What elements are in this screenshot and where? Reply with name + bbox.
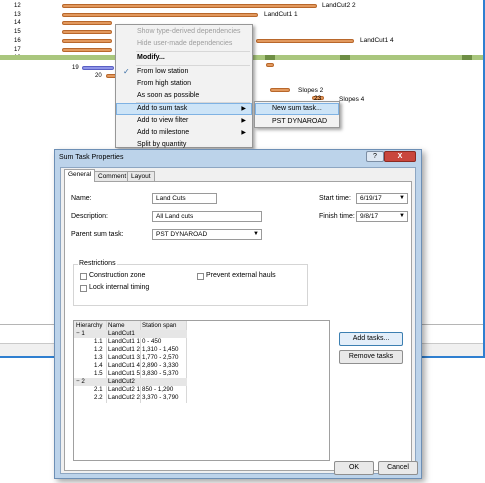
task-label: Slopes 2 <box>298 87 324 94</box>
menu-item-from-low-station[interactable]: ✓ From low station <box>116 66 252 78</box>
task-bar[interactable] <box>62 21 112 25</box>
table-row[interactable]: 2.1 LandCut2 1 850 - 1,290 <box>74 386 187 394</box>
task-bar[interactable] <box>62 4 317 8</box>
prevent-external-hauls-label: Prevent external hauls <box>206 272 276 279</box>
task-label: LandCut2 2 <box>322 2 356 9</box>
sum-task-members-table[interactable]: Hierarchy Name Station span − 1 LandCut1… <box>73 320 330 461</box>
table-row[interactable]: 1.2 LandCut1 2 1,310 - 1,450 <box>74 346 187 354</box>
menu-item-add-to-view-filter[interactable]: Add to view filter ▶ <box>116 115 252 127</box>
tab-general[interactable]: General <box>64 169 96 182</box>
task-bar[interactable] <box>82 66 114 70</box>
menu-item-pst-dynaroad[interactable]: PST DYNAROAD <box>255 116 339 128</box>
parent-sum-task-dropdown[interactable]: PST DYNAROAD ▼ <box>152 229 262 240</box>
row-number: 20 <box>95 73 102 79</box>
row-number: 12 <box>14 3 21 9</box>
construction-zone-checkbox[interactable] <box>80 273 87 280</box>
cancel-button[interactable]: Cancel <box>378 461 418 475</box>
row-number: 19 <box>72 65 79 71</box>
submenu-arrow-icon: ▶ <box>241 118 246 124</box>
check-icon: ✓ <box>123 67 130 76</box>
row-number: 15 <box>14 29 21 35</box>
lock-internal-timing-checkbox[interactable] <box>80 285 87 292</box>
add-tasks-button[interactable]: Add tasks... <box>339 332 403 346</box>
close-button[interactable]: X <box>384 151 416 162</box>
task-bar[interactable] <box>62 39 112 43</box>
task-bar[interactable] <box>256 39 354 43</box>
row-number: 13 <box>14 12 21 18</box>
table-row[interactable]: 1.1 LandCut1 1 0 - 450 <box>74 338 187 346</box>
menu-item-add-to-sum-task[interactable]: Add to sum task ▶ <box>116 103 252 115</box>
task-label: LandCut1 1 <box>264 11 298 18</box>
column-header-hierarchy[interactable]: Hierarchy <box>76 321 102 330</box>
table-row[interactable]: 1.5 LandCut1 5 3,830 - 5,370 <box>74 370 187 378</box>
timeline-segment <box>265 55 275 60</box>
dialog-title: Sum Task Properties <box>59 154 124 161</box>
parent-sum-task-label: Parent sum task: <box>71 231 124 238</box>
task-bar[interactable] <box>62 13 258 17</box>
dialog-body: General Comment Layout Name: Land Cuts D… <box>60 167 416 474</box>
general-tab-panel: Name: Land Cuts Description: All Land cu… <box>64 181 412 471</box>
task-label: LandCut1 4 <box>360 37 394 44</box>
finish-time-label: Finish time: <box>319 213 355 220</box>
menu-item-add-to-milestone[interactable]: Add to milestone ▶ <box>116 127 252 139</box>
task-label: Slopes 4 <box>339 96 365 103</box>
task-bar[interactable] <box>62 30 112 34</box>
chevron-down-icon: ▼ <box>399 195 405 201</box>
start-time-label: Start time: <box>319 195 351 202</box>
column-header-station-span[interactable]: Station span <box>142 321 176 330</box>
task-bar[interactable] <box>62 48 112 52</box>
restrictions-title: Restrictions <box>78 260 117 267</box>
submenu-arrow-icon: ▶ <box>241 130 246 136</box>
table-row[interactable]: 2.2 LandCut2 2 3,370 - 3,790 <box>74 394 187 402</box>
table-row[interactable]: 1.3 LandCut1 3 1,770 - 2,570 <box>74 354 187 362</box>
column-header-name[interactable]: Name <box>108 321 125 330</box>
context-menu: Show type-derived dependencies Hide user… <box>115 24 253 148</box>
chevron-down-icon: ▼ <box>399 213 405 219</box>
menu-item-as-soon-as-possible[interactable]: As soon as possible <box>116 90 252 102</box>
row-number: 14 <box>14 20 21 26</box>
timeline-segment <box>340 55 350 60</box>
lock-internal-timing-label: Lock internal timing <box>89 284 150 291</box>
chevron-down-icon: ▼ <box>253 231 259 237</box>
description-field[interactable]: All Land cuts <box>152 211 262 222</box>
table-row[interactable]: 1.4 LandCut1 4 2,890 - 3,330 <box>74 362 187 370</box>
timeline-segment <box>462 55 472 60</box>
sum-task-submenu: New sum task... PST DYNAROAD <box>254 101 340 128</box>
sum-task-properties-dialog: Sum Task Properties ? X General Comment … <box>54 149 422 479</box>
row-number: 17 <box>14 47 21 53</box>
menu-item-new-sum-task[interactable]: New sum task... <box>255 103 339 115</box>
menu-item-hide-user-made-dependencies[interactable]: Hide user-made dependencies <box>116 38 252 50</box>
restrictions-group: Restrictions Construction zone Lock inte… <box>73 260 308 306</box>
ok-button[interactable]: OK <box>334 461 374 475</box>
submenu-arrow-icon: ▶ <box>241 106 246 112</box>
table-row-group[interactable]: − 2 LandCut2 <box>74 378 187 386</box>
description-label: Description: <box>71 213 108 220</box>
help-button[interactable]: ? <box>366 151 384 162</box>
table-row-group[interactable]: − 1 LandCut1 <box>74 330 187 338</box>
menu-item-modify[interactable]: Modify... <box>116 52 252 64</box>
menu-item-show-type-derived-dependencies[interactable]: Show type-derived dependencies <box>116 26 252 38</box>
menu-item-from-high-station[interactable]: From high station <box>116 78 252 90</box>
task-bar[interactable] <box>266 63 274 67</box>
start-time-picker[interactable]: 6/19/17 ▼ <box>356 193 408 204</box>
remove-tasks-button[interactable]: Remove tasks <box>339 350 403 364</box>
name-field[interactable]: Land Cuts <box>152 193 217 204</box>
prevent-external-hauls-checkbox[interactable] <box>197 273 204 280</box>
construction-zone-label: Construction zone <box>89 272 146 279</box>
name-label: Name: <box>71 195 92 202</box>
row-number: 16 <box>14 38 21 44</box>
finish-time-picker[interactable]: 9/8/17 ▼ <box>356 211 408 222</box>
task-bar[interactable] <box>270 88 290 92</box>
gantt-row: 13 LandCut1 1 <box>0 11 483 19</box>
gantt-row: 12 LandCut2 2 <box>0 2 483 10</box>
